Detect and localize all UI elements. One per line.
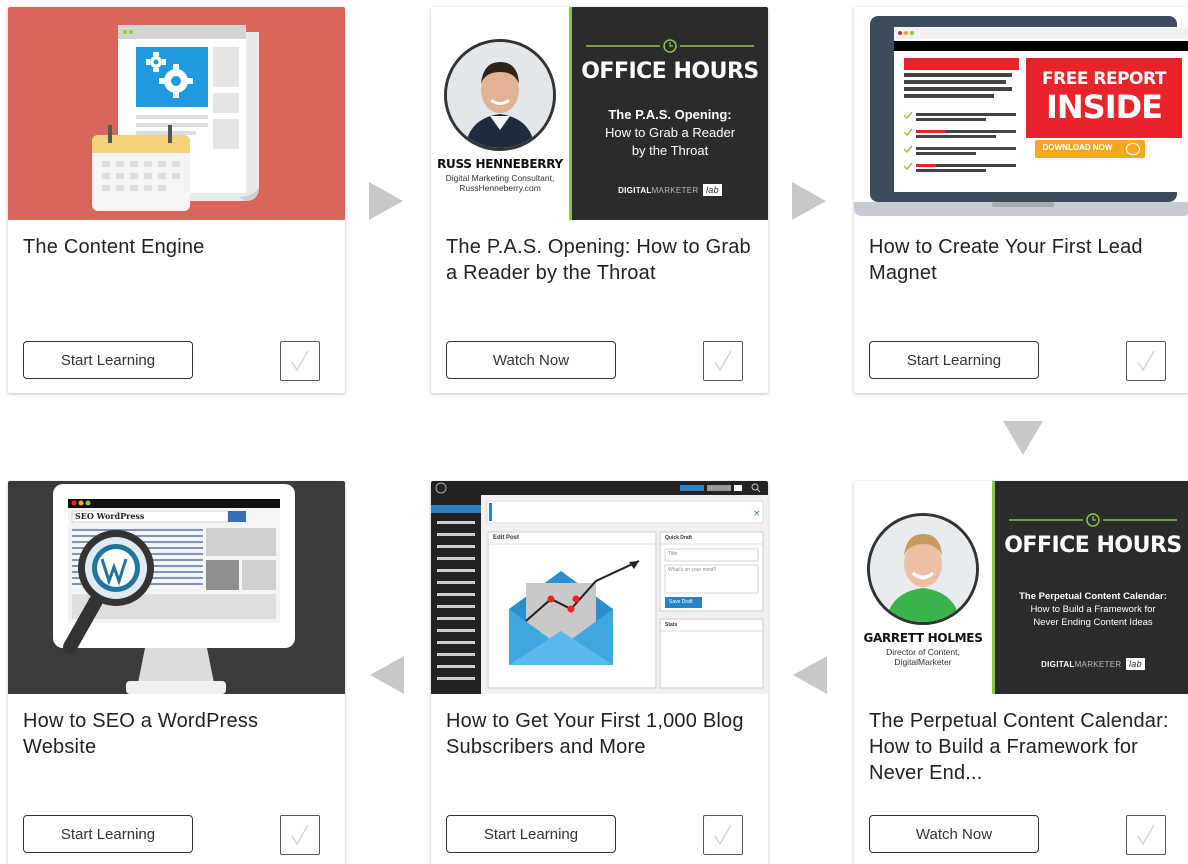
brand-light: MARKETER (651, 186, 699, 195)
session-title-bold: The Perpetual Content Calendar: (1019, 591, 1167, 602)
brand-lab: lab (1125, 658, 1145, 670)
wp-dashboard-icon: × (431, 481, 768, 694)
checkmark-icon (291, 350, 309, 372)
monitor-magnifier-icon (53, 484, 295, 694)
start-learning-button[interactable]: Start Learning (446, 815, 616, 853)
course-title: How to Create Your First Lead Magnet (869, 236, 1143, 284)
speaker-name: GARRETT HOLMES (863, 631, 983, 645)
download-now-button: DOWNLOAD NOW (1042, 143, 1113, 152)
title-placeholder: Title (668, 551, 678, 557)
start-learning-button[interactable]: Start Learning (23, 341, 193, 379)
complete-checkbox[interactable] (280, 815, 320, 855)
edit-post-label: Edit Post (493, 535, 520, 541)
prev-arrow-icon (793, 656, 827, 694)
stats-label: Stats (665, 622, 678, 628)
speaker-avatar (867, 513, 979, 625)
brand-bold: DIGITAL (618, 186, 652, 195)
complete-checkbox[interactable] (703, 341, 743, 381)
watch-now-button[interactable]: Watch Now (869, 815, 1039, 853)
checkmark-icon (291, 824, 309, 846)
course-title: The Content Engine (23, 236, 205, 258)
mind-placeholder: What's on your mind? (668, 567, 717, 573)
course-card-blog-subscribers: × Edit Post Quick Draft Title What's on … (431, 481, 768, 864)
prev-arrow-icon (370, 656, 404, 694)
next-arrow-icon (792, 182, 826, 220)
brand-logo: DIGITALMARKETER lab (572, 184, 768, 196)
quick-draft-label: Quick Draft (665, 535, 692, 541)
session-title-line3: by the Throat (631, 143, 709, 158)
checkmark-icon (1137, 824, 1155, 846)
speaker-name: RUSS HENNEBERRY (437, 157, 563, 171)
course-title: How to Get Your First 1,000 Blog Subscri… (446, 710, 744, 758)
office-hours-banner: OFFICE HOURS (581, 59, 759, 84)
svg-text:×: × (753, 509, 761, 519)
next-arrow-icon (369, 182, 403, 220)
search-query-text: SEO WordPress (75, 511, 145, 521)
office-hours-panel: OFFICE HOURS The Perpetual Content Calen… (992, 481, 1188, 694)
complete-checkbox[interactable] (703, 815, 743, 855)
start-learning-button[interactable]: Start Learning (869, 341, 1039, 379)
office-hours-thumbnail: RUSS HENNEBERRY Digital Marketing Consul… (431, 7, 768, 220)
speaker-role: Digital Marketing Consultant, (445, 173, 555, 183)
clock-icon (1009, 513, 1177, 527)
checkmark-icon (1137, 350, 1155, 372)
complete-checkbox[interactable] (1126, 815, 1166, 855)
clock-icon (586, 39, 754, 53)
speaker-site: RussHenneberry.com (459, 183, 541, 193)
course-card-seo-wordpress: SEO WordPress How to SEO a WordPress Web… (8, 481, 345, 864)
complete-checkbox[interactable] (1126, 341, 1166, 381)
free-report-line2: INSIDE (1045, 88, 1163, 126)
brand-lab: lab (702, 184, 722, 196)
speaker-avatar (444, 39, 556, 151)
watch-now-button[interactable]: Watch Now (446, 341, 616, 379)
course-title: How to SEO a WordPress Website (23, 710, 259, 758)
session-title-line2: How to Grab a Reader (604, 125, 736, 140)
document-gear-calendar-icon (92, 25, 259, 211)
session-title-line2: How to Build a Framework for (1030, 604, 1156, 615)
download-icon (1126, 143, 1140, 155)
course-title: The P.A.S. Opening: How to Grab a Reader… (446, 236, 751, 284)
course-card-perpetual-calendar: GARRETT HOLMES Director of Content, Digi… (854, 481, 1188, 864)
brand-light: MARKETER (1074, 660, 1122, 669)
course-card-content-engine: The Content Engine Start Learning (8, 7, 345, 393)
brand-logo: DIGITALMARKETER lab (995, 658, 1188, 670)
complete-checkbox[interactable] (280, 341, 320, 381)
checkmark-icon (714, 350, 732, 372)
start-learning-button[interactable]: Start Learning (23, 815, 193, 853)
office-hours-banner: OFFICE HOURS (1004, 533, 1182, 558)
speaker-role: Director of Content, (886, 647, 960, 657)
course-card-pas-opening: RUSS HENNEBERRY Digital Marketing Consul… (431, 7, 768, 393)
brand-bold: DIGITAL (1041, 660, 1075, 669)
course-title: The Perpetual Content Calendar: How to B… (869, 710, 1169, 784)
free-report-line1: FREE REPORT (1042, 69, 1166, 89)
speaker-company: DigitalMarketer (894, 657, 952, 667)
course-card-lead-magnet: FREE REPORT INSIDE DOWNLOAD NOW How to C… (854, 7, 1188, 393)
content-engine-thumbnail (8, 7, 345, 220)
checkmark-icon (714, 824, 732, 846)
office-hours-thumbnail: GARRETT HOLMES Director of Content, Digi… (854, 481, 1188, 694)
lead-magnet-thumbnail: FREE REPORT INSIDE DOWNLOAD NOW (854, 7, 1188, 220)
wordpress-dashboard-thumbnail: × Edit Post Quick Draft Title What's on … (431, 481, 768, 694)
session-title-line3: Never Ending Content Ideas (1033, 617, 1153, 628)
session-title-bold: The P.A.S. Opening: (608, 107, 732, 122)
seo-wordpress-thumbnail: SEO WordPress (8, 481, 345, 694)
office-hours-panel: OFFICE HOURS The P.A.S. Opening: How to … (569, 7, 768, 220)
save-draft-label: Save Draft (669, 599, 693, 605)
next-arrow-down-icon (1003, 421, 1043, 455)
